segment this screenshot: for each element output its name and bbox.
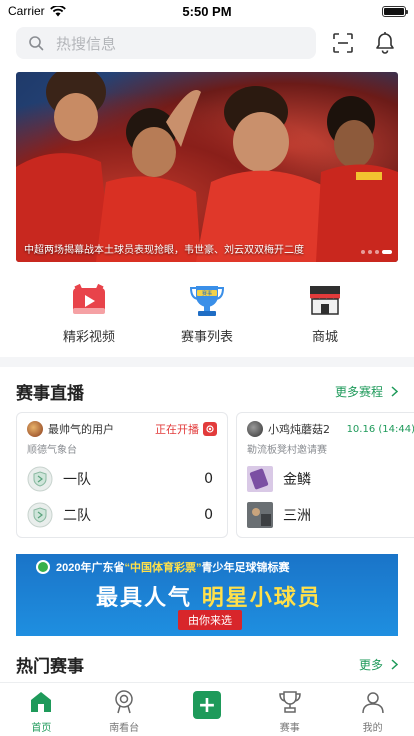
team-photo: [247, 466, 273, 492]
promo-title-left: 最具人气: [96, 586, 193, 611]
team-name: 三洲: [283, 508, 311, 524]
nav-video-label: 精彩视频: [62, 330, 115, 345]
tab-matches-label: 赛事: [279, 723, 300, 734]
trophy-tab-icon: [275, 687, 305, 717]
tab-home-label: 首页: [31, 723, 52, 734]
promo-headline-prefix: 2020年广东省: [56, 562, 125, 574]
live-match-list: 最帅气的用户 正在开播 顺德气象台 一队 0 二队 0 小鸡炖蘑菇2 10.16…: [0, 412, 414, 538]
streamer-name: 最帅气的用户: [48, 423, 114, 436]
live-match-card[interactable]: 最帅气的用户 正在开播 顺德气象台 一队 0 二队 0: [16, 412, 228, 538]
shop-icon: [310, 286, 340, 315]
venue-name: 勒流板凳村邀请赛: [247, 445, 327, 456]
tab-profile[interactable]: 我的: [343, 687, 403, 734]
section-divider: [0, 357, 414, 367]
header: 热搜信息: [0, 22, 414, 64]
more-hot-label: 更多: [358, 658, 383, 672]
trophy-icon: 赛事: [189, 286, 225, 316]
team-row: 一队 0: [27, 466, 217, 492]
notification-button[interactable]: [370, 28, 400, 58]
team-score: 0: [204, 471, 213, 487]
tab-matches[interactable]: 赛事: [260, 687, 320, 734]
live-section-header: 赛事直播 更多赛程: [0, 367, 414, 412]
promo-headline-suffix: 青少年足球锦标赛: [201, 562, 290, 574]
team-row: 三洲: [247, 502, 414, 528]
svg-text:赛事: 赛事: [202, 290, 212, 297]
scan-button[interactable]: [328, 28, 358, 58]
tab-stand[interactable]: 南看台: [94, 687, 154, 734]
team-score: 0: [204, 507, 213, 523]
status-time: 5:50 PM: [182, 3, 232, 19]
tab-home[interactable]: 首页: [11, 687, 71, 734]
team-photo: [247, 502, 273, 528]
profile-icon: [358, 687, 388, 717]
quick-nav: 精彩视频 赛事 赛事列表 商城: [0, 262, 414, 357]
tab-add[interactable]: +: [177, 687, 237, 719]
stand-icon: [109, 687, 139, 717]
search-placeholder: 热搜信息: [56, 34, 117, 53]
tab-profile-label: 我的: [362, 723, 383, 734]
battery-icon: [382, 5, 408, 17]
card-header: 最帅气的用户 正在开播: [27, 421, 217, 437]
streamer-name: 小鸡炖蘑菇2: [268, 423, 330, 436]
more-schedule-label: 更多赛程: [334, 385, 383, 399]
live-status: 正在开播: [155, 421, 217, 437]
status-left: Carrier: [8, 4, 66, 18]
lottery-logo-icon: [36, 560, 50, 574]
chevron-right-icon: [391, 386, 398, 397]
promo-headline: 2020年广东省“中国体育彩票”青少年足球锦标赛: [56, 559, 388, 575]
search-icon: [29, 36, 44, 51]
live-status-label: 正在开播: [155, 423, 199, 436]
banner-caption: 中超两场揭幕战本土球员表现抢眼，韦世豪、刘云双双梅开二度: [24, 245, 304, 256]
promo-cta: 由你来选: [178, 610, 242, 630]
team-row: 二队 0: [27, 502, 217, 528]
hero-banner[interactable]: 中超两场揭幕战本土球员表现抢眼，韦世豪、刘云双双梅开二度: [16, 72, 398, 262]
carousel-dot: [368, 250, 372, 254]
promo-title-right: 明星小球员: [201, 586, 322, 611]
nav-match-list-label: 赛事列表: [180, 330, 233, 345]
video-icon: [73, 283, 105, 314]
wifi-icon: [49, 5, 66, 17]
banner-photo: [16, 72, 398, 262]
hot-section-title: 热门赛事: [16, 657, 84, 677]
carousel-indicator: [361, 250, 392, 254]
promo-banner[interactable]: 2020年广东省“中国体育彩票”青少年足球锦标赛 最具人气 明星小球员 由你来选: [16, 554, 398, 636]
search-input[interactable]: 热搜信息: [16, 27, 316, 59]
team-name: 二队: [63, 508, 91, 524]
carousel-dot: [375, 250, 379, 254]
nav-shop[interactable]: 商城: [285, 282, 365, 345]
home-icon: [26, 687, 56, 717]
bell-icon: [376, 32, 394, 54]
team-shield-icon: [27, 502, 53, 528]
carousel-dot: [361, 250, 365, 254]
venue-name: 顺德气象台: [27, 445, 77, 456]
status-bar: Carrier 5:50 PM: [0, 0, 414, 22]
hot-section-header: 热门赛事 更多: [0, 636, 414, 685]
nav-video[interactable]: 精彩视频: [49, 282, 129, 345]
promo-headline-highlight: “中国体育彩票”: [124, 562, 202, 574]
nav-match-list[interactable]: 赛事 赛事列表: [167, 282, 247, 345]
team-shield-icon: [27, 466, 53, 492]
chevron-right-icon: [391, 659, 398, 670]
match-time: 10.16 (14:44): [346, 423, 414, 435]
card-header: 小鸡炖蘑菇2 10.16 (14:44): [247, 421, 414, 437]
carrier-label: Carrier: [8, 4, 45, 18]
carousel-dot-active: [382, 250, 392, 254]
more-schedule-link[interactable]: 更多赛程: [335, 383, 398, 400]
team-name: 一队: [63, 472, 91, 488]
promo-title: 最具人气 明星小球员: [96, 580, 322, 612]
team-name: 金鳞: [283, 472, 311, 488]
live-section-title: 赛事直播: [16, 384, 84, 404]
avatar: [27, 421, 43, 437]
scan-icon: [333, 33, 353, 53]
tab-bar: 首页 南看台 + 赛事 我的: [0, 682, 414, 736]
live-record-icon: [203, 422, 217, 436]
team-row: 金鳞: [247, 466, 414, 492]
more-hot-link[interactable]: 更多: [359, 656, 398, 673]
plus-icon: +: [192, 691, 221, 719]
tab-stand-label: 南看台: [109, 723, 140, 734]
nav-shop-label: 商城: [311, 330, 338, 345]
upcoming-match-card[interactable]: 小鸡炖蘑菇2 10.16 (14:44) 勒流板凳村邀请赛 金鳞 三洲: [236, 412, 414, 538]
avatar: [247, 421, 263, 437]
